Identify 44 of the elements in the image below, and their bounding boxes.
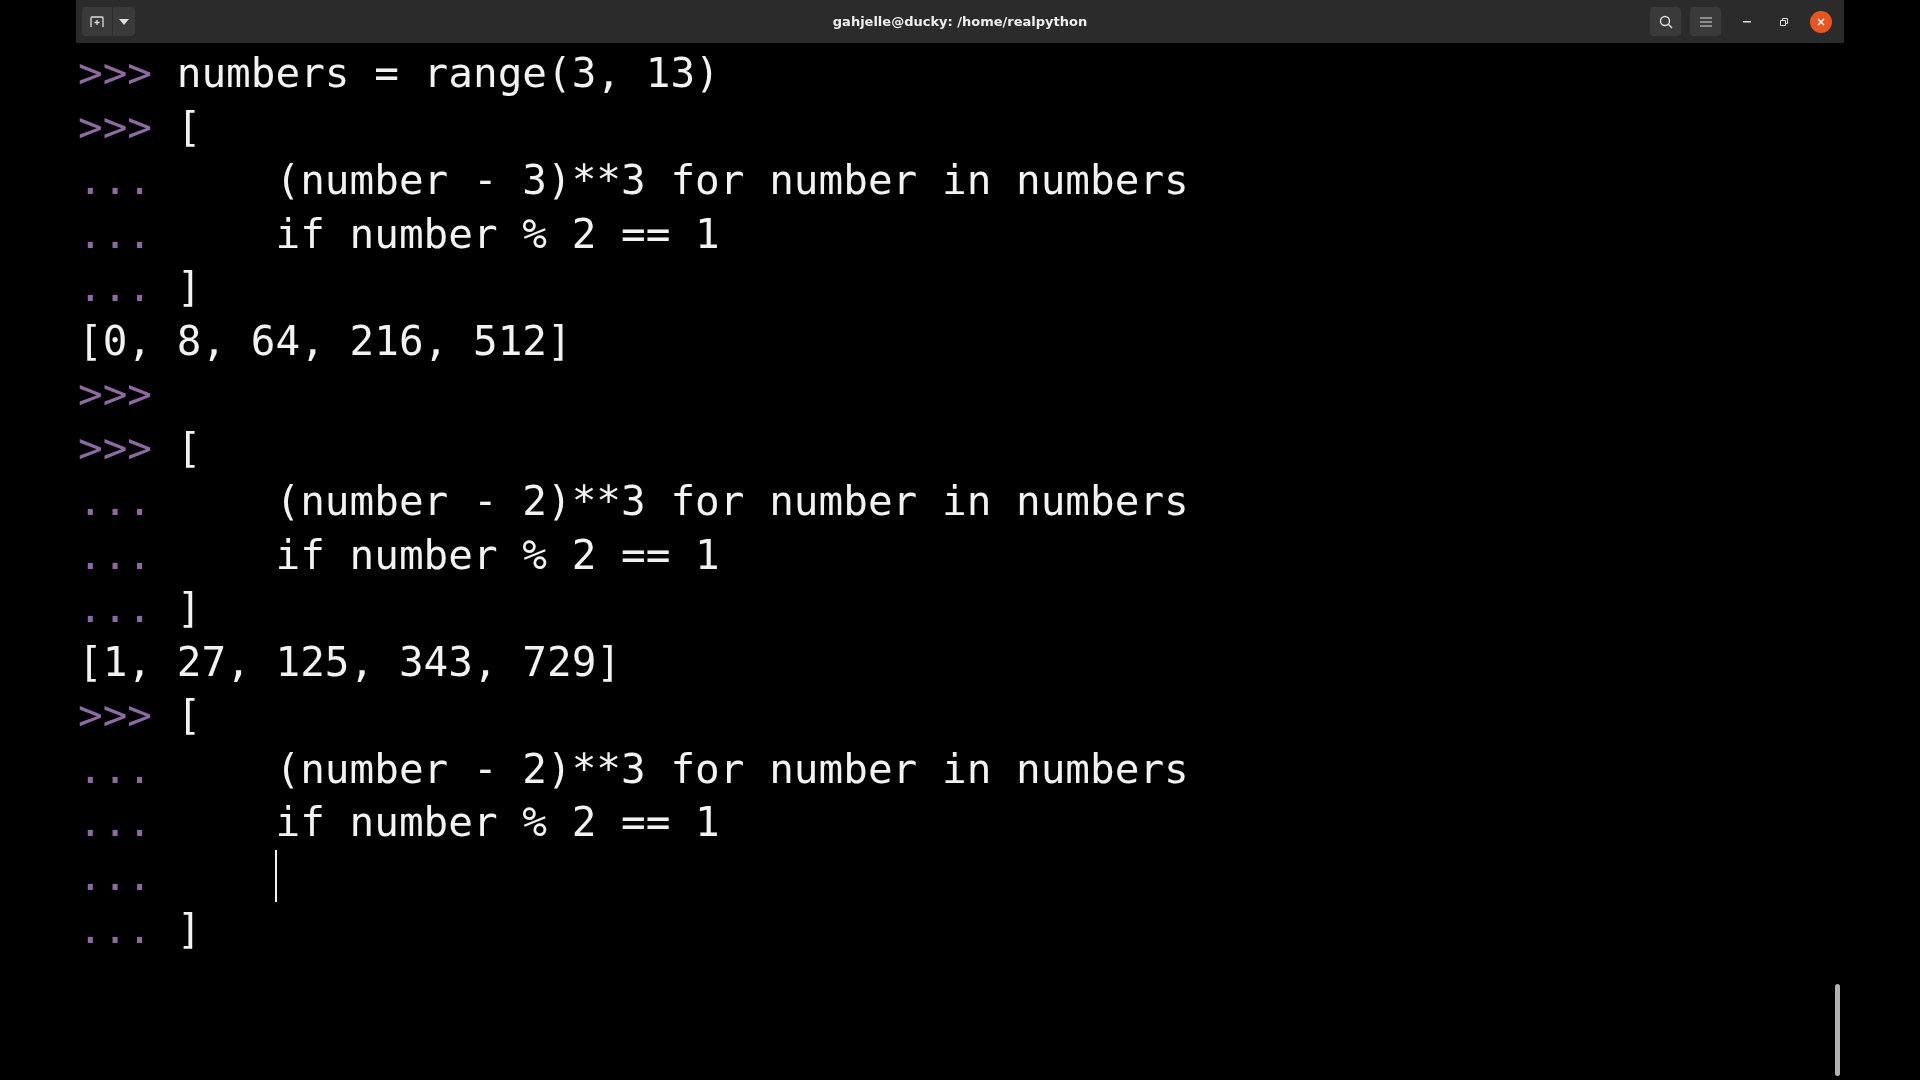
new-tab-icon <box>90 15 104 28</box>
prompt: ... <box>78 262 153 313</box>
new-tab-button[interactable] <box>82 7 113 36</box>
window-title: gahjelle@ducky: /home/realpython <box>832 14 1088 29</box>
code-line: (number - 3)**3 for number in numbers <box>274 155 1189 206</box>
output-line: [0, 8, 64, 216, 512] <box>78 315 572 367</box>
dropdown-button[interactable] <box>113 7 135 36</box>
search-icon <box>1658 14 1673 29</box>
prompt: >>> <box>78 101 153 153</box>
prompt: ... <box>78 797 153 848</box>
prompt: ... <box>78 743 153 795</box>
prompt: ... <box>78 208 153 260</box>
code-line: if number % 2 == 1 <box>274 529 720 581</box>
close-button[interactable] <box>1810 10 1832 33</box>
code-line: ] <box>176 262 202 313</box>
prompt: >>> <box>78 422 153 474</box>
prompt: >>> <box>78 48 153 99</box>
code-line: numbers = range(3, 13) <box>176 48 720 99</box>
minimize-icon <box>1743 20 1751 23</box>
code-line: [ <box>176 690 202 741</box>
search-button[interactable] <box>1650 7 1681 36</box>
code-line: (number - 2)**3 for number in numbers <box>274 743 1189 795</box>
code-line: [ <box>176 422 202 474</box>
close-icon <box>1817 17 1825 26</box>
prompt: ... <box>78 529 153 581</box>
prompt: ... <box>78 904 153 955</box>
prompt: ... <box>78 850 153 902</box>
prompt: ... <box>78 155 153 206</box>
prompt: >>> <box>78 369 153 420</box>
code-line: [ <box>176 101 202 153</box>
code-line: ] <box>176 904 202 955</box>
prompt: ... <box>78 476 153 527</box>
output-line: [1, 27, 125, 343, 729] <box>78 636 622 688</box>
caret-icon <box>119 18 129 25</box>
scrollbar-thumb[interactable] <box>1835 984 1840 1076</box>
code-line: if number % 2 == 1 <box>274 208 720 260</box>
prompt: >>> <box>78 690 153 741</box>
code-line: (number - 2)**3 for number in numbers <box>274 476 1189 527</box>
prompt: ... <box>78 583 153 634</box>
code-line: if number % 2 == 1 <box>274 797 720 848</box>
restore-icon <box>1780 17 1788 26</box>
code-line: ] <box>176 583 202 634</box>
menu-icon <box>1699 16 1712 27</box>
menu-button[interactable] <box>1690 7 1721 36</box>
